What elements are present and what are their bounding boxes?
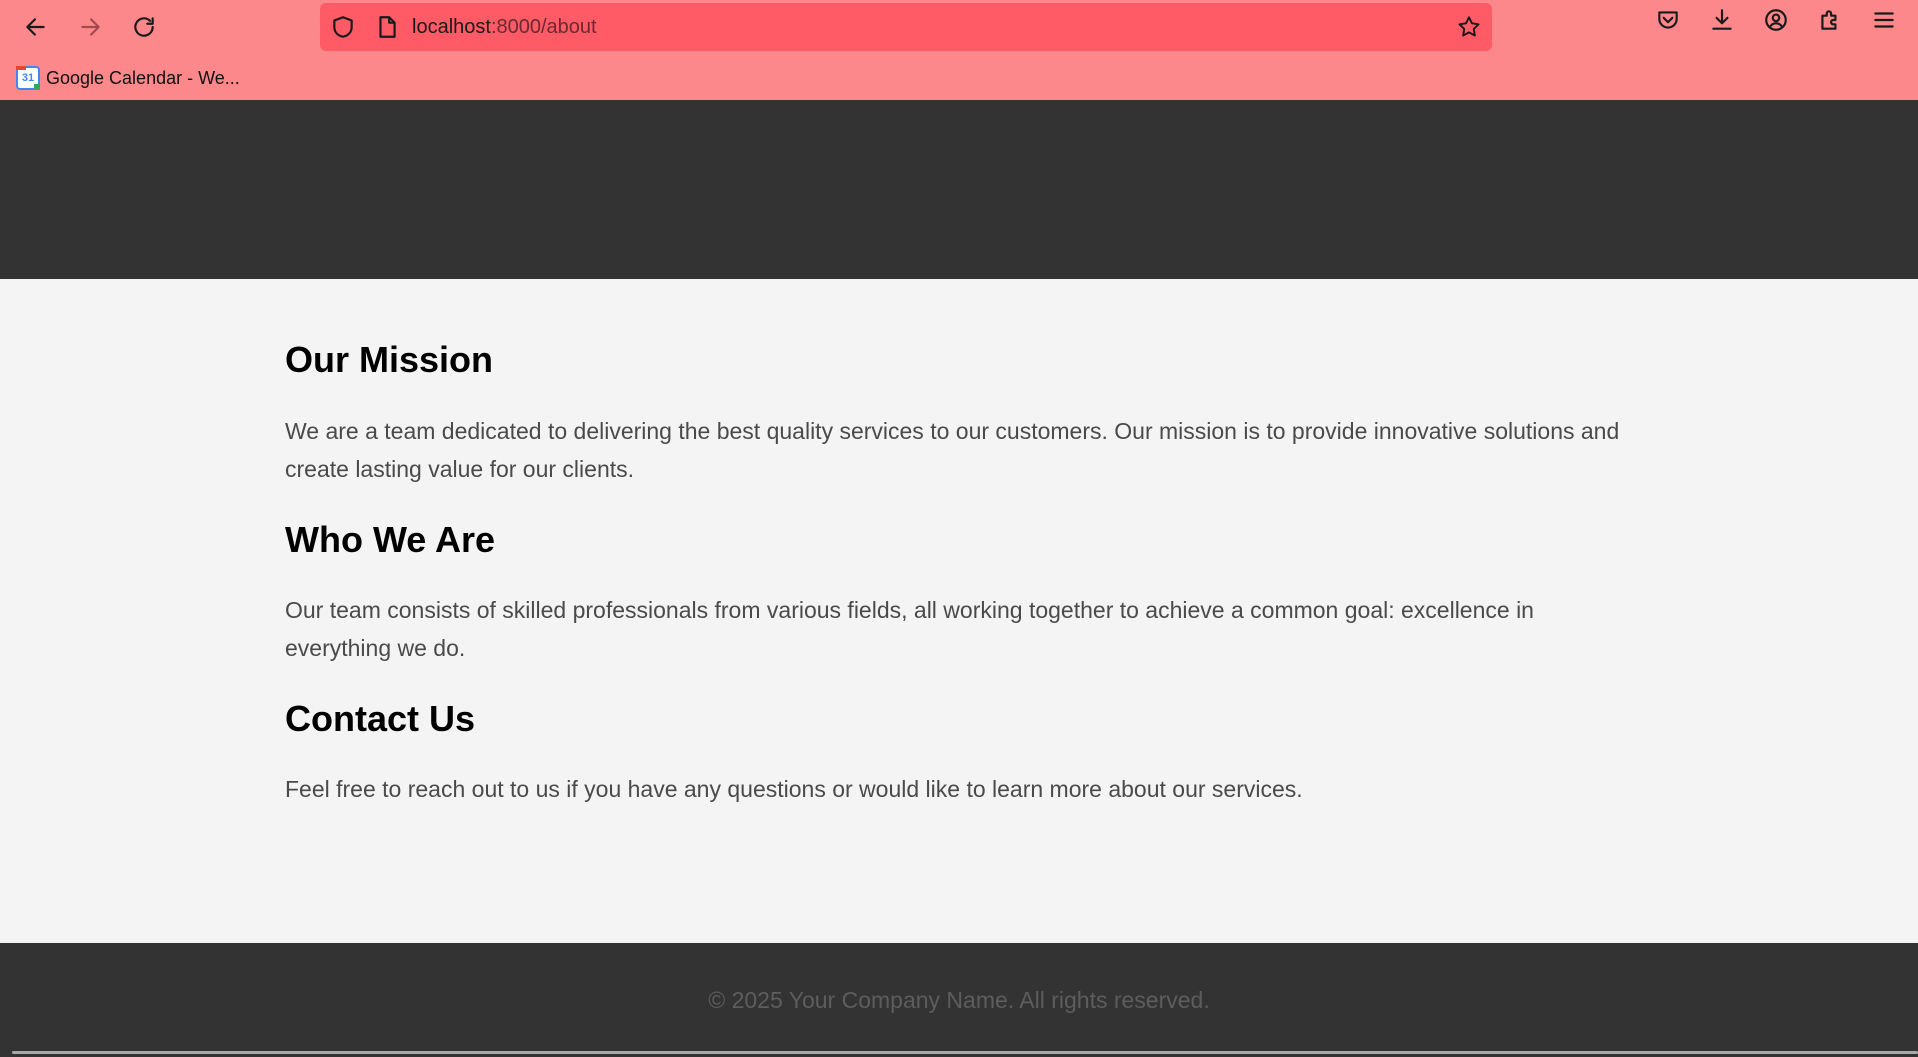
google-calendar-icon: 31 [16,66,40,90]
reload-icon [134,17,154,37]
arrow-left-icon [26,18,45,36]
arrow-right-icon [81,18,100,36]
url-text[interactable]: localhost:8000/about [412,16,597,39]
horizontal-scrollbar[interactable] [12,1051,1918,1054]
section-title-who-we-are: Who We Are [285,519,496,560]
url-path: :8000/about [490,16,597,38]
account-icon [1765,9,1787,31]
section-text-who-we-are: Our team consists of skilled professiona… [285,597,1534,661]
hamburger-menu-icon [1874,12,1894,28]
reload-button[interactable] [124,7,164,47]
url-host: localhost [412,16,491,38]
bookmark-google-calendar[interactable]: 31 Google Calendar - We... [16,65,240,91]
footer-copyright: © 2025 Your Company Name. All rights res… [708,987,1210,1013]
section-title-contact: Contact Us [285,698,476,739]
star-icon[interactable] [1456,14,1482,40]
puzzle-icon [1821,10,1837,30]
downloads-button[interactable] [1702,0,1742,40]
pocket-icon [1658,11,1678,29]
site-header [0,100,1918,279]
section-text-contact: Feel free to reach out to us if you have… [285,776,1303,802]
shield-icon[interactable] [330,14,356,40]
back-button[interactable] [16,7,56,47]
page-icon[interactable] [374,14,400,40]
site-footer: © 2025 Your Company Name. All rights res… [0,943,1918,1057]
calendar-day-number: 31 [21,72,35,84]
account-button[interactable] [1756,0,1796,40]
section-text-mission: We are a team dedicated to delivering th… [285,418,1620,482]
url-bar[interactable]: localhost:8000/about [320,3,1492,51]
forward-button[interactable] [70,7,110,47]
download-icon [1712,9,1732,30]
bookmark-label: Google Calendar - We... [46,67,240,88]
app-menu-button[interactable] [1864,0,1904,40]
extensions-button[interactable] [1810,0,1850,40]
section-title-mission: Our Mission [285,339,494,380]
browser-toolbar: localhost:8000/about 31 Google Calendar … [0,0,1918,100]
pocket-button[interactable] [1648,0,1688,40]
